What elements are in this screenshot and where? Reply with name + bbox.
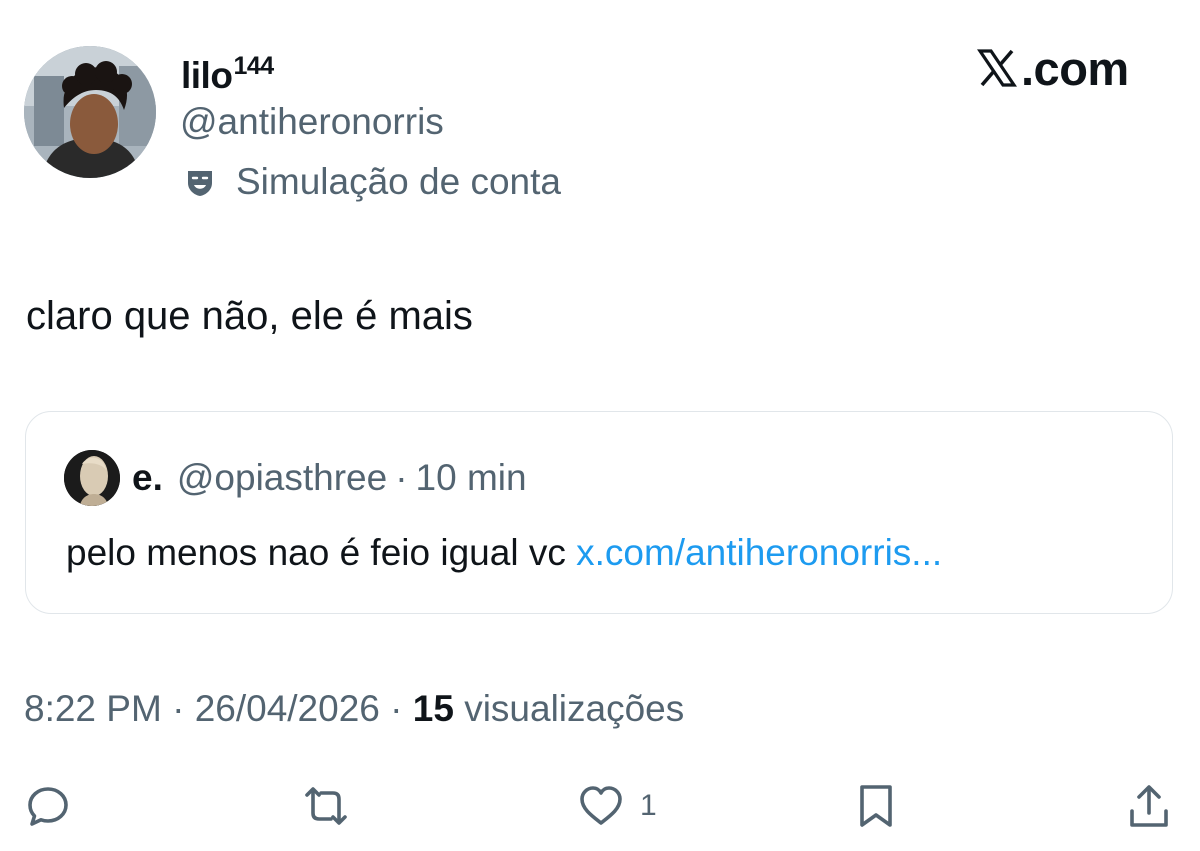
author-handle[interactable]: @antiheronorris (180, 99, 444, 145)
view-label: visualizações (464, 688, 685, 729)
parody-label-text: Simulação de conta (236, 161, 561, 202)
bookmark-button[interactable] (853, 780, 899, 832)
reply-icon (28, 787, 68, 826)
x-logo-text: .com (1021, 41, 1129, 95)
repost-icon (305, 787, 347, 825)
quoted-author-name[interactable]: e. (132, 456, 163, 500)
author-name-superscript: 144 (233, 52, 274, 80)
author-name-text: lilo (181, 55, 233, 96)
tweet-time[interactable]: 8:22 PM (24, 688, 162, 729)
bookmark-icon (860, 785, 892, 827)
author-display-name[interactable]: lilo144 (181, 44, 274, 98)
share-button[interactable] (1126, 780, 1172, 832)
like-button[interactable]: 1 (578, 780, 657, 832)
quoted-tweet-link[interactable]: x.com/antiheronorris... (576, 532, 942, 573)
tweet-text: claro que não, ele é mais (26, 294, 473, 338)
quoted-tweet-header: e. @opiasthree · 10 min (132, 456, 527, 500)
theater-mask-icon (188, 171, 212, 196)
separator-dot: · (172, 688, 185, 729)
tweet-meta: 8:22 PM · 26/04/2026 · 15 visualizações (24, 686, 684, 732)
quoted-tweet-card[interactable]: e. @opiasthree · 10 min pelo menos nao é… (25, 411, 1173, 614)
author-avatar[interactable] (24, 46, 156, 178)
separator-dot: · (395, 457, 408, 498)
quoted-tweet-text: pelo menos nao é feio igual vc (66, 532, 577, 573)
tweet-detail: lilo144 @antiheronorris Simulação de con… (0, 0, 1200, 851)
quoted-author-handle[interactable]: @opiasthree (177, 456, 387, 500)
share-icon (1130, 785, 1168, 827)
quoted-tweet-time[interactable]: 10 min (416, 456, 527, 500)
x-logo-icon (977, 49, 1017, 87)
tweet-date[interactable]: 26/04/2026 (195, 688, 380, 729)
heart-icon (580, 786, 622, 825)
quoted-tweet-body: pelo menos nao é feio igual vc x.com/ant… (66, 530, 942, 576)
parody-label: Simulação de conta (183, 159, 561, 205)
separator-dot: · (390, 688, 403, 729)
x-brand-logo: .com (977, 41, 1129, 95)
quoted-author-avatar[interactable] (64, 450, 120, 506)
repost-button[interactable] (303, 780, 349, 832)
reply-button[interactable] (25, 780, 71, 832)
view-count: 15 (412, 688, 454, 729)
like-count: 1 (640, 789, 657, 822)
